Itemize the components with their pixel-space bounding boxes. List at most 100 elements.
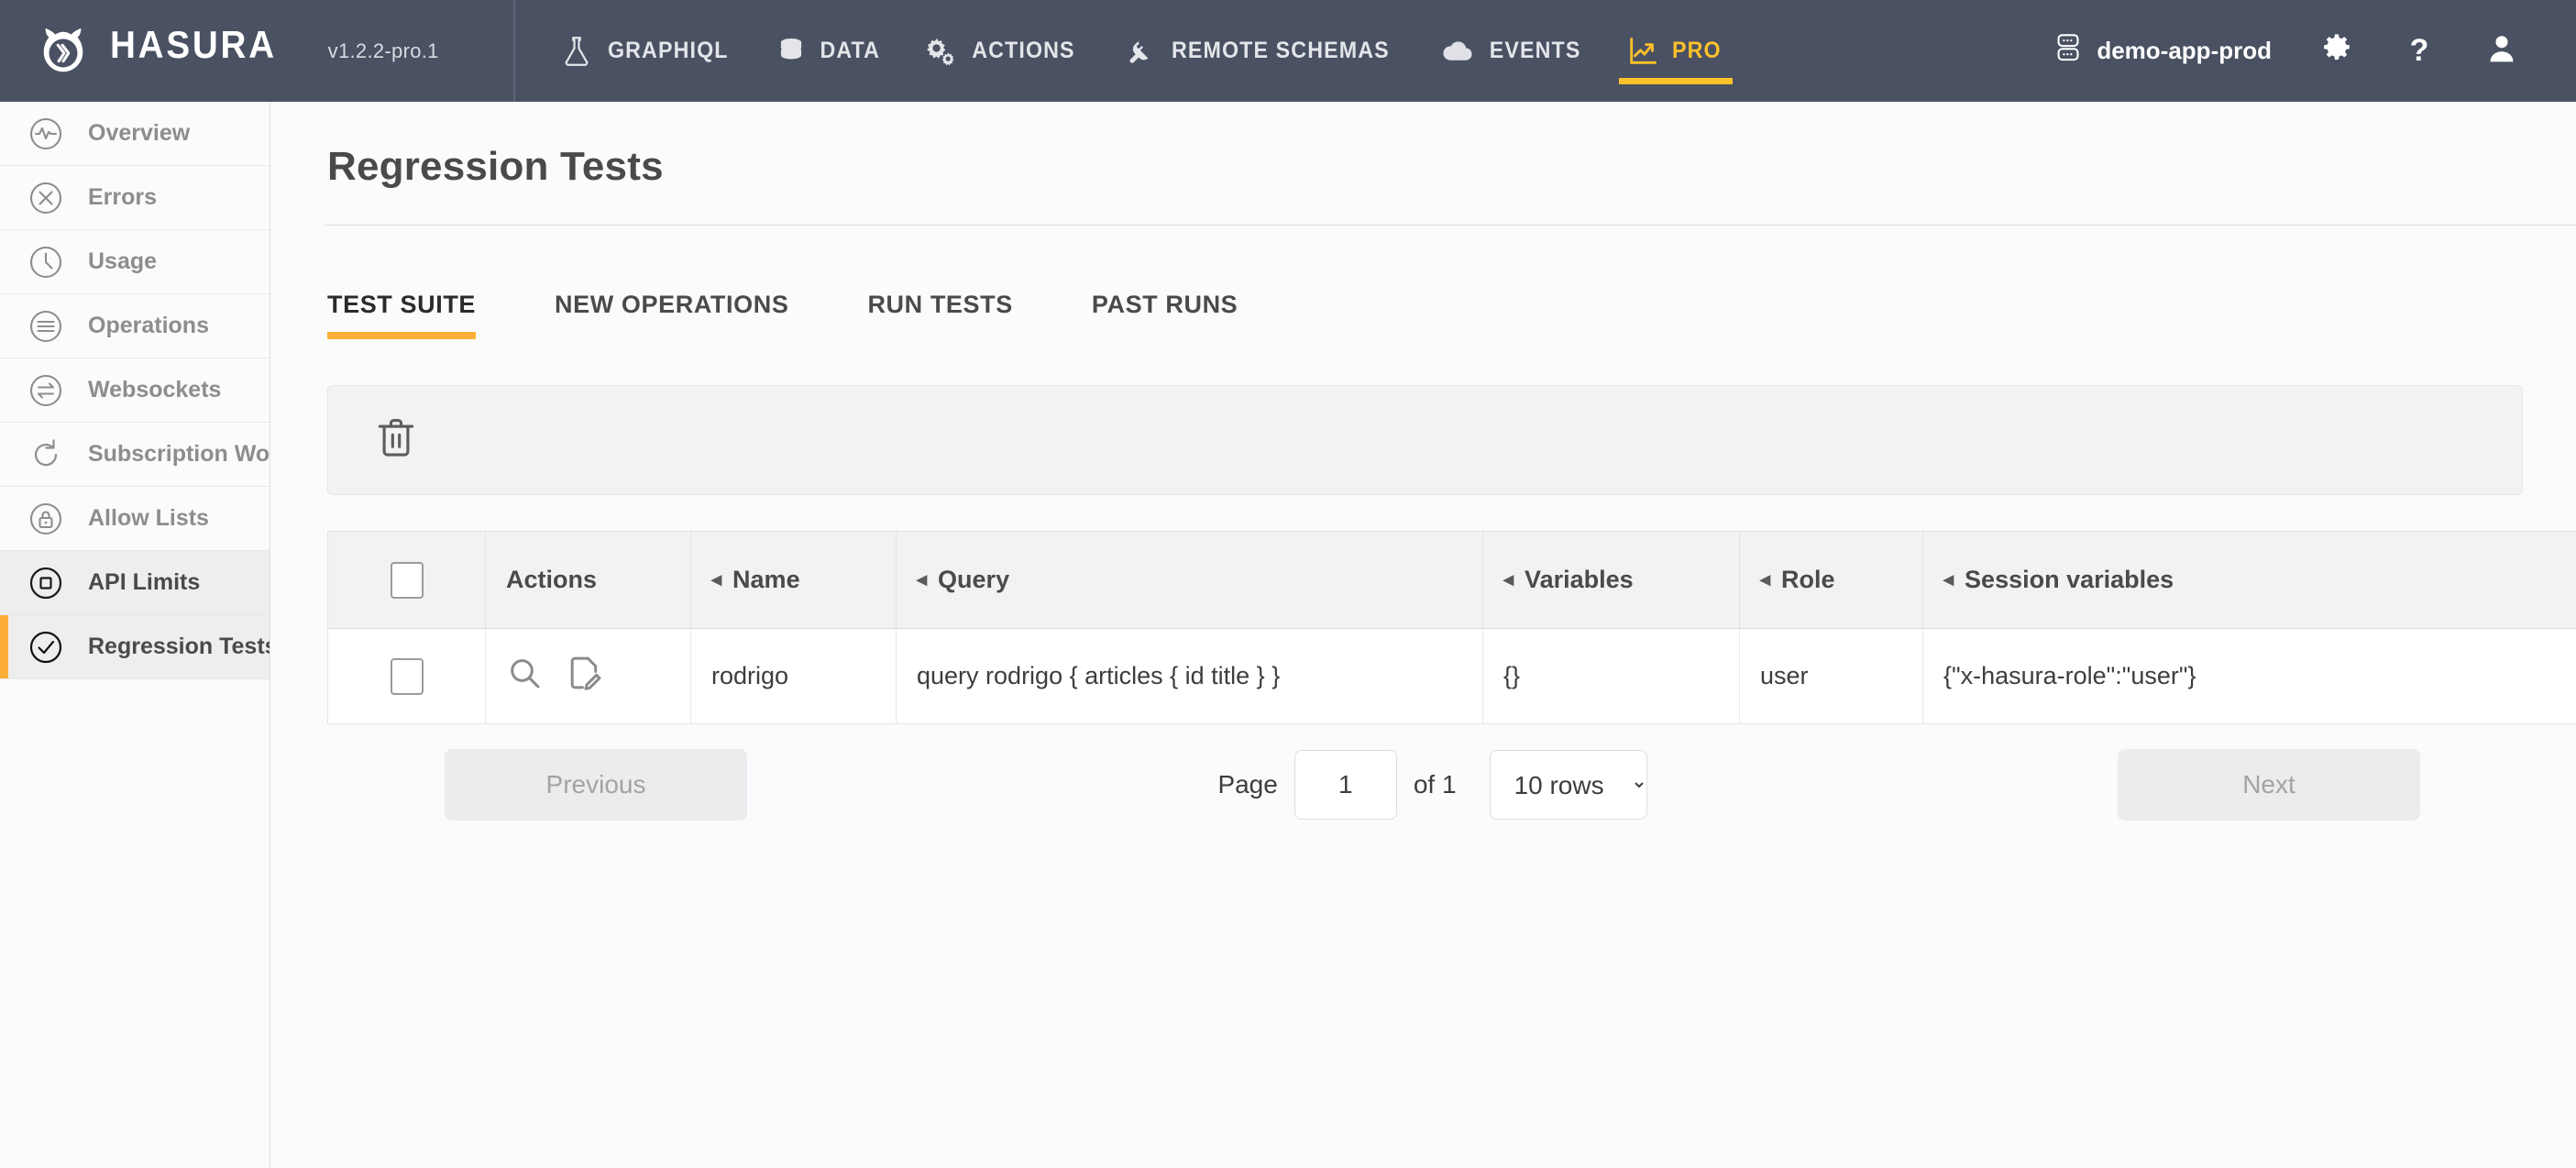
nav-item-remote-schemas[interactable]: REMOTE SCHEMAS [1101,0,1420,102]
top-nav-items: GRAPHIQL DATA ACTIONS REMOTE SCHEMAS EVE… [513,0,2031,102]
tab-bar: TEST SUITE NEW OPERATIONS RUN TESTS PAST… [270,282,2576,352]
column-header-actions: Actions [485,531,691,629]
tab-test-suite[interactable]: TEST SUITE [327,291,477,352]
gears-icon [926,37,955,66]
sort-caret-icon: ◂ [711,567,722,590]
sidebar-item-label: Subscription Workers [88,441,270,467]
row-checkbox[interactable] [390,657,424,695]
nav-label: EVENTS [1489,38,1581,63]
sidebar-item-allow-lists[interactable]: Allow Lists [0,487,270,551]
column-header-role[interactable]: ◂ Role [1739,531,1923,629]
sidebar-item-overview[interactable]: Overview [0,102,270,166]
account-button[interactable] [2460,0,2543,102]
select-all-checkbox[interactable] [390,561,424,599]
row-variables-cell: {} [1482,628,1740,724]
previous-page-button[interactable]: Previous [445,749,747,821]
nav-label: GRAPHIQL [607,38,729,63]
document-edit-icon [567,655,603,698]
sidebar-item-label: Allow Lists [88,505,209,531]
column-label: Actions [506,566,598,593]
row-session-variables-cell: {"x-hasura-role":"user"} [1922,628,2576,724]
magnifier-icon [506,655,543,698]
tab-run-tests[interactable]: RUN TESTS [867,291,1012,352]
nav-label: DATA [820,38,880,63]
sort-caret-icon: ◂ [1943,567,1954,590]
flask-icon [563,36,590,66]
sidebar-item-errors[interactable]: Errors [0,166,270,230]
column-header-name[interactable]: ◂ Name [690,531,897,629]
column-header-variables[interactable]: ◂ Variables [1482,531,1740,629]
gear-icon [2321,33,2352,69]
clock-circle-icon [26,242,66,282]
sidebar-item-operations[interactable]: Operations [0,294,270,358]
regression-tests-table-wrapper: Actions ◂ Name ◂ Query ◂ Variables ◂ Role [327,531,2576,724]
tab-past-runs[interactable]: PAST RUNS [1092,291,1238,352]
table-row: rodrigo query rodrigo { articles { id ti… [327,628,2576,724]
view-test-button[interactable] [506,655,543,698]
sidebar-item-usage[interactable]: Usage [0,230,270,294]
check-circle-icon [26,627,66,667]
next-page-button[interactable]: Next [2117,749,2420,821]
brand-name: HASURA [110,22,277,66]
sidebar-item-api-limits[interactable]: API Limits [0,551,270,615]
tab-new-operations[interactable]: NEW OPERATIONS [555,291,788,352]
edit-test-button[interactable] [567,655,603,698]
lock-circle-icon [26,499,66,539]
rows-per-page-select[interactable]: 10 rows 20 rows 50 rows 100 rows [1489,750,1647,820]
column-header-session-variables[interactable]: ◂ Session variables [1922,531,2576,629]
sidebar-item-websockets[interactable]: Websockets [0,358,270,423]
sidebar-item-label: API Limits [88,569,201,595]
trash-icon [375,416,417,465]
column-label: Query [938,566,1010,593]
sidebar-item-label: Regression Tests [88,634,270,659]
nav-item-pro[interactable]: PRO [1606,0,1745,102]
nav-item-actions[interactable]: ACTIONS [904,0,1101,102]
row-actions-cell [485,628,691,724]
nav-label: PRO [1671,38,1722,63]
sidebar: Overview Errors Usage Operations Websock… [0,102,270,1168]
top-right-actions: demo-app-prod ? [2031,0,2576,102]
column-header-query[interactable]: ◂ Query [896,531,1483,629]
pagination-bar: Previous Page of 1 10 rows 20 rows 50 ro… [327,741,2523,829]
user-avatar-icon [2488,33,2515,69]
nav-item-events[interactable]: EVENTS [1420,0,1606,102]
project-name: demo-app-prod [2097,37,2272,64]
plug-icon [1123,37,1150,66]
column-label: Session variables [1965,566,2174,593]
row-select-cell [327,628,486,724]
nav-label: REMOTE SCHEMAS [1171,38,1390,63]
page-indicator: Page of 1 10 rows 20 rows 50 rows 100 ro… [1217,750,1647,820]
brand-area[interactable]: HASURA v1.2.2-pro.1 [0,23,513,80]
title-divider [324,225,2576,226]
table-header: Actions ◂ Name ◂ Query ◂ Variables ◂ Role [327,531,2576,629]
server-icon [2054,32,2082,70]
total-pages-label: of 1 [1413,770,1457,799]
sidebar-item-label: Usage [88,248,158,274]
top-navigation-bar: HASURA v1.2.2-pro.1 GRAPHIQL DATA ACTION… [0,0,2576,102]
page-label: Page [1217,770,1278,799]
delete-selected-button[interactable] [370,414,422,466]
sidebar-item-label: Errors [88,184,158,210]
nav-item-data[interactable]: DATA [755,0,905,102]
question-mark-icon: ? [2409,33,2429,68]
nav-label: ACTIONS [972,38,1075,63]
chart-icon [1628,37,1657,66]
settings-button[interactable] [2295,0,2378,102]
sidebar-item-subscription-workers[interactable]: Subscription Workers [0,423,270,487]
sidebar-item-label: Operations [88,313,209,338]
exchange-circle-icon [26,370,66,411]
column-label: Role [1781,566,1835,593]
sort-caret-icon: ◂ [917,567,928,590]
table-header-row: Actions ◂ Name ◂ Query ◂ Variables ◂ Role [327,531,2576,629]
project-selector[interactable]: demo-app-prod [2031,32,2295,70]
row-role-cell: user [1739,628,1923,724]
help-button[interactable]: ? [2378,0,2460,102]
column-label: Name [732,566,800,593]
sidebar-item-regression-tests[interactable]: Regression Tests [0,615,270,679]
square-circle-icon [26,563,66,603]
sidebar-item-label: Overview [88,120,191,146]
cloud-icon [1442,37,1473,66]
nav-item-graphiql[interactable]: GRAPHIQL [541,0,755,102]
refresh-circle-icon [26,435,66,475]
page-number-input[interactable] [1294,750,1397,820]
